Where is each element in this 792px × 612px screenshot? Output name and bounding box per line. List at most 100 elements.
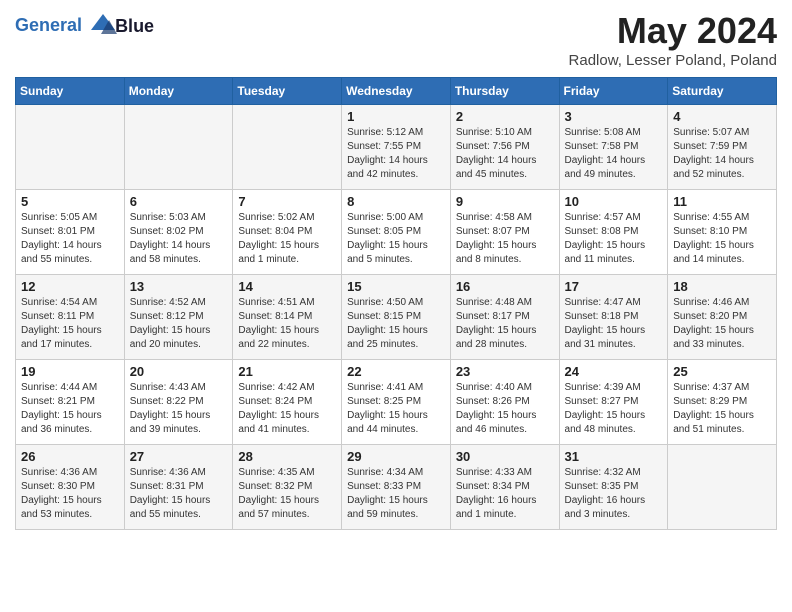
calendar-cell: 8Sunrise: 5:00 AMSunset: 8:05 PMDaylight… bbox=[342, 190, 451, 275]
calendar-cell: 16 Sunrise: 4:48 AMSunset: 8:17 PMDayligh… bbox=[450, 275, 559, 360]
weekday-header-friday: Friday bbox=[559, 78, 668, 105]
cell-info: Sunrise: 4:32 AMSunset: 8:35 PMDaylight:… bbox=[565, 466, 663, 522]
calendar-cell: 18 Sunrise: 4:46 AMSunset: 8:20 PMDayligh… bbox=[668, 275, 777, 360]
day-number: 20 bbox=[130, 364, 228, 379]
calendar-week-5: 26 Sunrise: 4:36 AMSunset: 8:30 PMDayligh… bbox=[16, 445, 777, 530]
day-number: 9 bbox=[456, 194, 554, 209]
calendar-cell: 15 Sunrise: 4:50 AMSunset: 8:15 PMDayligh… bbox=[342, 275, 451, 360]
cell-info: Sunrise: 4:35 AMSunset: 8:32 PMDaylight:… bbox=[238, 466, 336, 522]
cell-info: Sunrise: 4:47 AMSunset: 8:18 PMDaylight:… bbox=[565, 296, 663, 352]
day-number: 27 bbox=[130, 449, 228, 464]
day-number: 30 bbox=[456, 449, 554, 464]
day-number: 17 bbox=[565, 279, 663, 294]
calendar-week-3: 12Sunrise: 4:54 AMSunset: 8:11 PMDayligh… bbox=[16, 275, 777, 360]
cell-info: Sunrise: 4:50 AMSunset: 8:15 PMDaylight:… bbox=[347, 296, 445, 352]
day-number: 18 bbox=[673, 279, 771, 294]
calendar-table: SundayMondayTuesdayWednesdayThursdayFrid… bbox=[15, 77, 777, 530]
day-number: 8 bbox=[347, 194, 445, 209]
month-title: May 2024 bbox=[569, 10, 777, 52]
cell-info: Sunrise: 5:10 AMSunset: 7:56 PMDaylight:… bbox=[456, 126, 554, 182]
weekday-header-wednesday: Wednesday bbox=[342, 78, 451, 105]
day-number: 29 bbox=[347, 449, 445, 464]
cell-info: Sunrise: 4:36 AMSunset: 8:31 PMDaylight:… bbox=[130, 466, 228, 522]
cell-info: Sunrise: 4:55 AMSunset: 8:10 PMDaylight:… bbox=[673, 211, 771, 267]
calendar-cell: 31 Sunrise: 4:32 AMSunset: 8:35 PMDayligh… bbox=[559, 445, 668, 530]
day-number: 10 bbox=[565, 194, 663, 209]
calendar-cell: 20 Sunrise: 4:43 AMSunset: 8:22 PMDayligh… bbox=[124, 360, 233, 445]
day-number: 11 bbox=[673, 194, 771, 209]
day-number: 3 bbox=[565, 109, 663, 124]
page-header: General Blue May 2024 Radlow, Lesser Pol… bbox=[15, 10, 777, 69]
day-number: 26 bbox=[21, 449, 119, 464]
day-number: 15 bbox=[347, 279, 445, 294]
weekday-header-tuesday: Tuesday bbox=[233, 78, 342, 105]
day-number: 2 bbox=[456, 109, 554, 124]
calendar-cell: 5Sunrise: 5:05 AMSunset: 8:01 PMDaylight… bbox=[16, 190, 125, 275]
calendar-cell: 1 Sunrise: 5:12 AMSunset: 7:55 PMDaylight… bbox=[342, 105, 451, 190]
calendar-cell: 27 Sunrise: 4:36 AMSunset: 8:31 PMDayligh… bbox=[124, 445, 233, 530]
cell-info: Sunrise: 5:05 AMSunset: 8:01 PMDaylight:… bbox=[21, 211, 119, 267]
cell-info: Sunrise: 5:12 AMSunset: 7:55 PMDaylight:… bbox=[347, 126, 445, 182]
day-number: 24 bbox=[565, 364, 663, 379]
cell-info: Sunrise: 4:57 AMSunset: 8:08 PMDaylight:… bbox=[565, 211, 663, 267]
logo-icon bbox=[89, 10, 117, 38]
calendar-cell: 21 Sunrise: 4:42 AMSunset: 8:24 PMDayligh… bbox=[233, 360, 342, 445]
day-number: 21 bbox=[238, 364, 336, 379]
calendar-cell: 13 Sunrise: 4:52 AMSunset: 8:12 PMDayligh… bbox=[124, 275, 233, 360]
calendar-cell: 4 Sunrise: 5:07 AMSunset: 7:59 PMDaylight… bbox=[668, 105, 777, 190]
cell-info: Sunrise: 4:43 AMSunset: 8:22 PMDaylight:… bbox=[130, 381, 228, 437]
location: Radlow, Lesser Poland, Poland bbox=[569, 52, 777, 69]
day-number: 31 bbox=[565, 449, 663, 464]
calendar-cell: 22Sunrise: 4:41 AMSunset: 8:25 PMDayligh… bbox=[342, 360, 451, 445]
calendar-cell: 3 Sunrise: 5:08 AMSunset: 7:58 PMDaylight… bbox=[559, 105, 668, 190]
logo: General Blue bbox=[15, 14, 154, 38]
calendar-cell: 12Sunrise: 4:54 AMSunset: 8:11 PMDayligh… bbox=[16, 275, 125, 360]
day-number: 7 bbox=[238, 194, 336, 209]
calendar-cell: 9 Sunrise: 4:58 AMSunset: 8:07 PMDaylight… bbox=[450, 190, 559, 275]
day-number: 13 bbox=[130, 279, 228, 294]
cell-info: Sunrise: 4:52 AMSunset: 8:12 PMDaylight:… bbox=[130, 296, 228, 352]
calendar-cell: 24 Sunrise: 4:39 AMSunset: 8:27 PMDayligh… bbox=[559, 360, 668, 445]
cell-info: Sunrise: 4:44 AMSunset: 8:21 PMDaylight:… bbox=[21, 381, 119, 437]
weekday-header-sunday: Sunday bbox=[16, 78, 125, 105]
calendar-cell: 19 Sunrise: 4:44 AMSunset: 8:21 PMDayligh… bbox=[16, 360, 125, 445]
calendar-cell: 14Sunrise: 4:51 AMSunset: 8:14 PMDayligh… bbox=[233, 275, 342, 360]
cell-info: Sunrise: 4:58 AMSunset: 8:07 PMDaylight:… bbox=[456, 211, 554, 267]
weekday-header-monday: Monday bbox=[124, 78, 233, 105]
calendar-cell bbox=[124, 105, 233, 190]
calendar-cell: 30 Sunrise: 4:33 AMSunset: 8:34 PMDayligh… bbox=[450, 445, 559, 530]
day-number: 22 bbox=[347, 364, 445, 379]
day-number: 4 bbox=[673, 109, 771, 124]
cell-info: Sunrise: 5:02 AMSunset: 8:04 PMDaylight:… bbox=[238, 211, 336, 267]
calendar-header: SundayMondayTuesdayWednesdayThursdayFrid… bbox=[16, 78, 777, 105]
calendar-cell bbox=[668, 445, 777, 530]
cell-info: Sunrise: 4:48 AMSunset: 8:17 PMDaylight:… bbox=[456, 296, 554, 352]
title-block: May 2024 Radlow, Lesser Poland, Poland bbox=[569, 10, 777, 69]
calendar-cell: 29Sunrise: 4:34 AMSunset: 8:33 PMDayligh… bbox=[342, 445, 451, 530]
calendar-cell: 10 Sunrise: 4:57 AMSunset: 8:08 PMDayligh… bbox=[559, 190, 668, 275]
calendar-cell: 25Sunrise: 4:37 AMSunset: 8:29 PMDayligh… bbox=[668, 360, 777, 445]
calendar-week-1: 1 Sunrise: 5:12 AMSunset: 7:55 PMDaylight… bbox=[16, 105, 777, 190]
calendar-week-4: 19 Sunrise: 4:44 AMSunset: 8:21 PMDayligh… bbox=[16, 360, 777, 445]
weekday-header-saturday: Saturday bbox=[668, 78, 777, 105]
logo-text: General bbox=[15, 14, 117, 38]
day-number: 1 bbox=[347, 109, 445, 124]
calendar-cell: 11 Sunrise: 4:55 AMSunset: 8:10 PMDayligh… bbox=[668, 190, 777, 275]
cell-info: Sunrise: 5:07 AMSunset: 7:59 PMDaylight:… bbox=[673, 126, 771, 182]
day-number: 28 bbox=[238, 449, 336, 464]
calendar-cell bbox=[16, 105, 125, 190]
calendar-week-2: 5Sunrise: 5:05 AMSunset: 8:01 PMDaylight… bbox=[16, 190, 777, 275]
calendar-cell: 26 Sunrise: 4:36 AMSunset: 8:30 PMDayligh… bbox=[16, 445, 125, 530]
cell-info: Sunrise: 4:40 AMSunset: 8:26 PMDaylight:… bbox=[456, 381, 554, 437]
calendar-cell: 17 Sunrise: 4:47 AMSunset: 8:18 PMDayligh… bbox=[559, 275, 668, 360]
day-number: 16 bbox=[456, 279, 554, 294]
cell-info: Sunrise: 4:46 AMSunset: 8:20 PMDaylight:… bbox=[673, 296, 771, 352]
cell-info: Sunrise: 4:39 AMSunset: 8:27 PMDaylight:… bbox=[565, 381, 663, 437]
calendar-cell bbox=[233, 105, 342, 190]
day-number: 19 bbox=[21, 364, 119, 379]
cell-info: Sunrise: 4:42 AMSunset: 8:24 PMDaylight:… bbox=[238, 381, 336, 437]
cell-info: Sunrise: 5:08 AMSunset: 7:58 PMDaylight:… bbox=[565, 126, 663, 182]
cell-info: Sunrise: 4:33 AMSunset: 8:34 PMDaylight:… bbox=[456, 466, 554, 522]
cell-info: Sunrise: 5:03 AMSunset: 8:02 PMDaylight:… bbox=[130, 211, 228, 267]
cell-info: Sunrise: 4:36 AMSunset: 8:30 PMDaylight:… bbox=[21, 466, 119, 522]
